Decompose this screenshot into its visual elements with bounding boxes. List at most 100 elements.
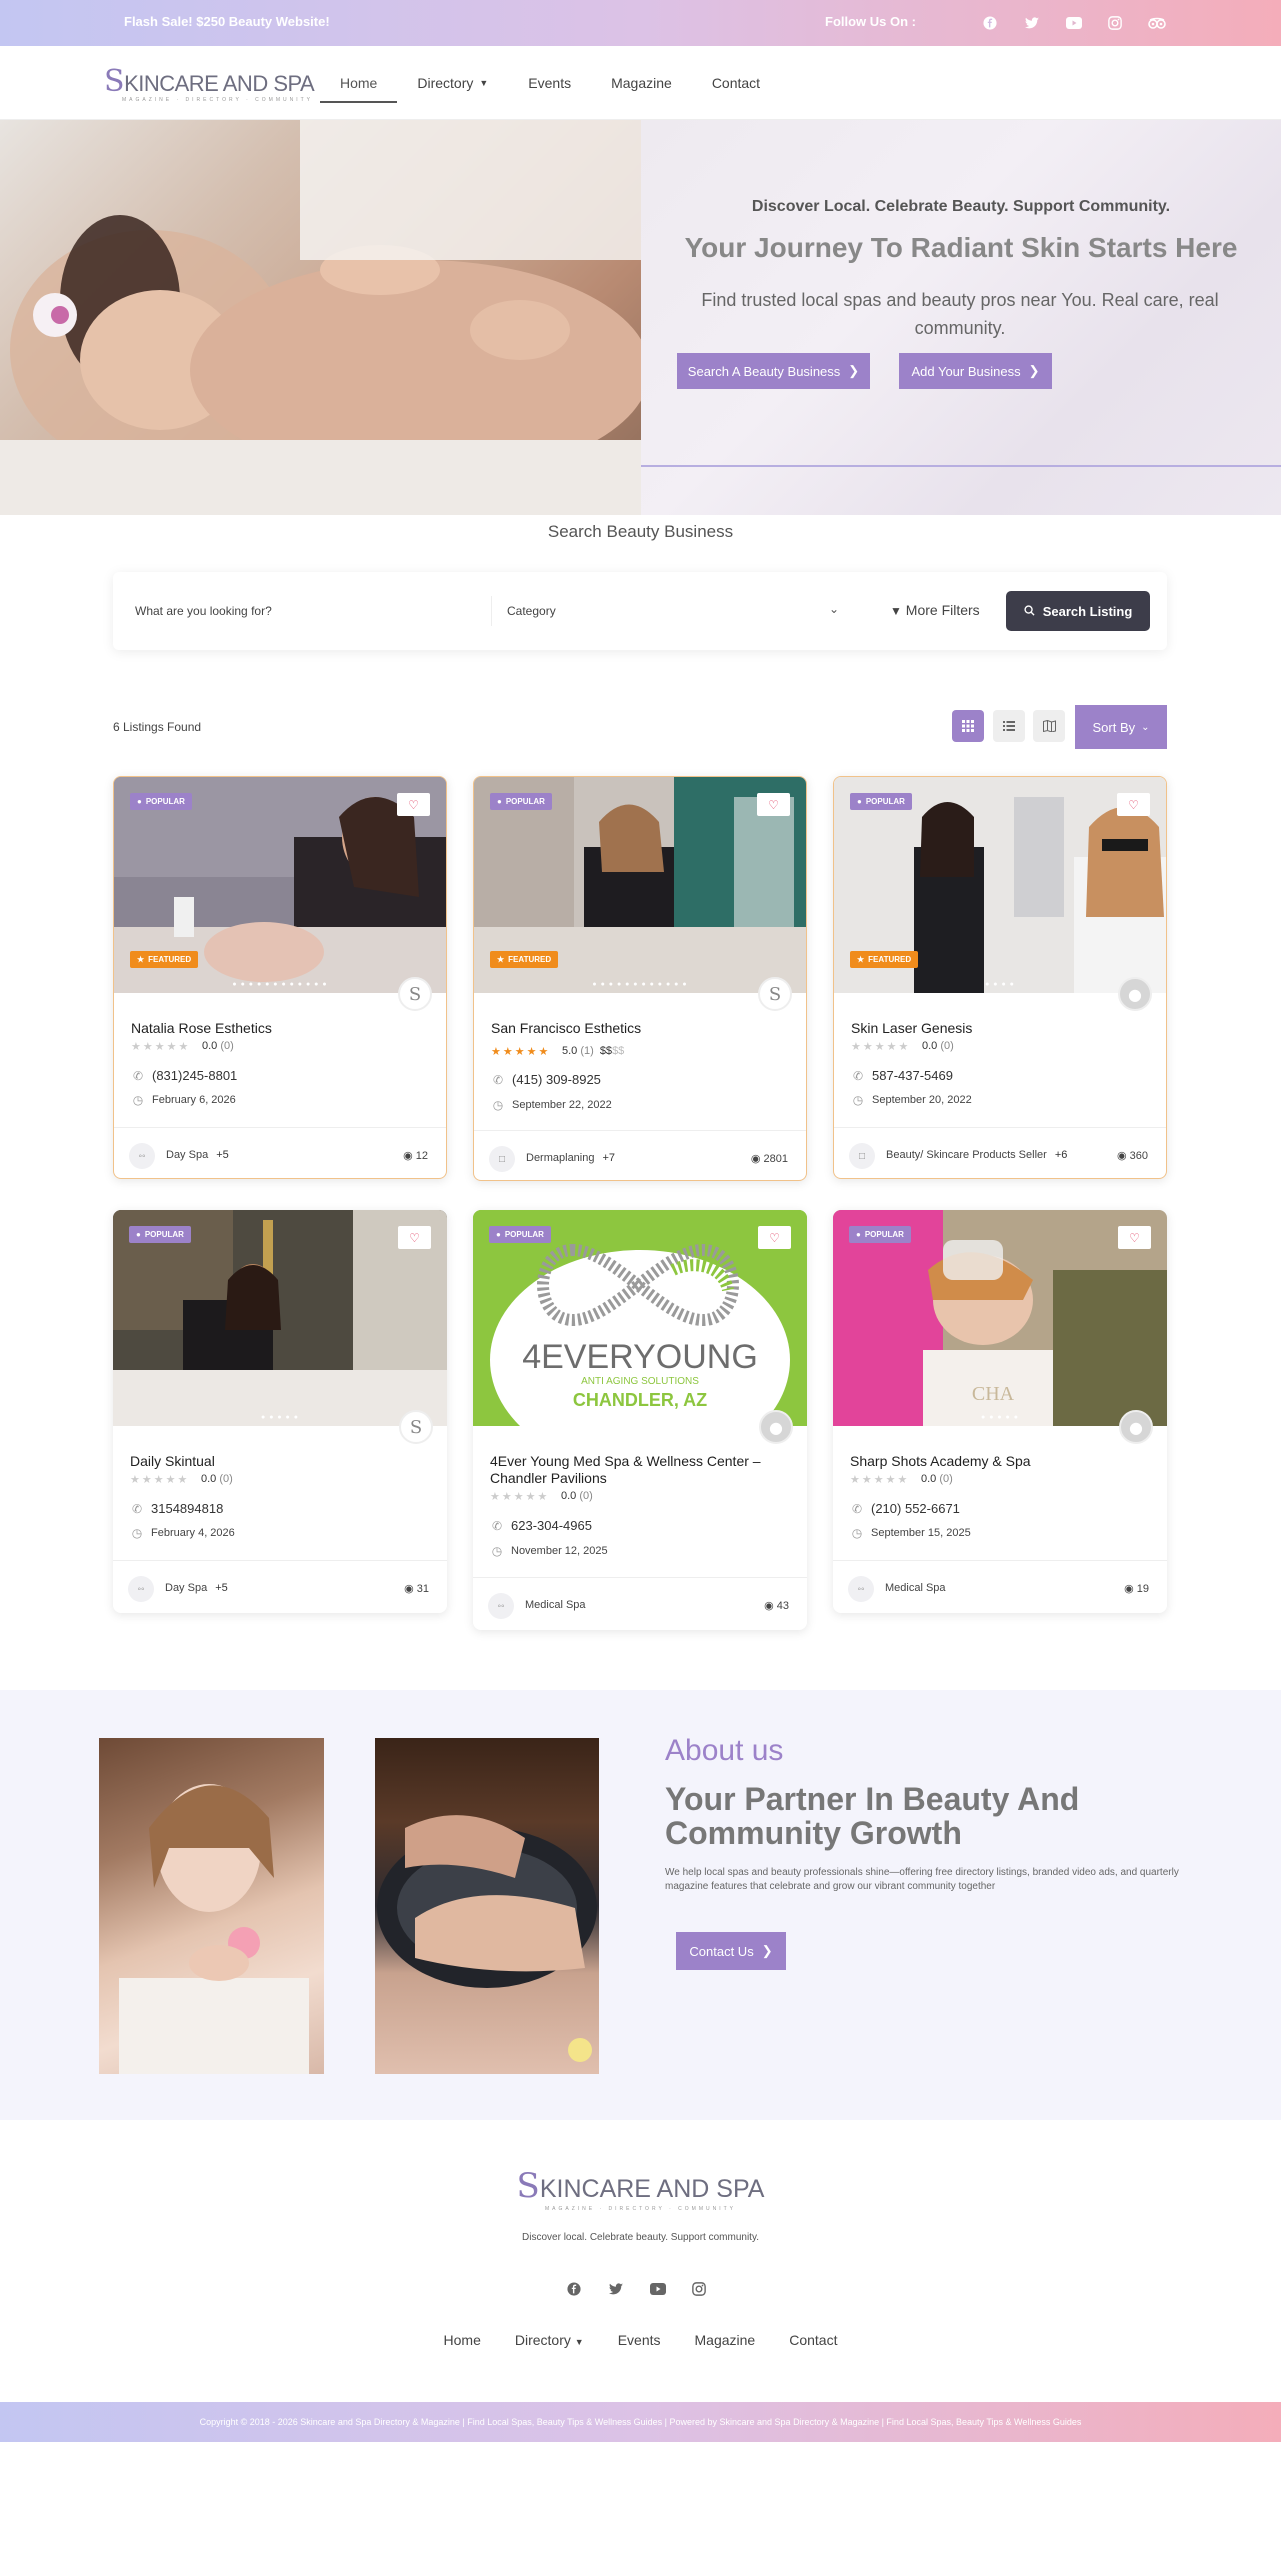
image-brand-subtext: ANTI AGING SOLUTIONS [581, 1376, 699, 1387]
chevron-down-icon[interactable]: ⌄ [829, 602, 839, 616]
listing-category[interactable]: Dermaplaning +7 [526, 1152, 615, 1164]
search-listing-button[interactable]: Search Listing [1006, 591, 1150, 631]
phone-icon: ✆ [491, 1519, 503, 1533]
rating-score: 5.0 [562, 1045, 578, 1057]
eye-icon: ◉ [750, 1153, 761, 1165]
rating-value: 0.0 (0) [561, 1490, 593, 1502]
footer-nav-directory[interactable]: Directory ▼ [515, 2332, 584, 2348]
listing-category[interactable]: Day Spa +5 [165, 1582, 228, 1594]
svg-text:CHA: CHA [972, 1383, 1015, 1405]
category-label: Day Spa [166, 1149, 209, 1161]
listing-name[interactable]: Skin Laser Genesis [851, 1020, 1151, 1037]
nav-magazine[interactable]: Magazine [591, 63, 692, 103]
search-divider [491, 596, 492, 626]
card-divider [473, 1577, 807, 1578]
twitter-icon[interactable] [1022, 13, 1042, 33]
search-input[interactable]: What are you looking for? [135, 604, 272, 618]
listing-phone[interactable]: (415) 309-8925 [512, 1072, 601, 1087]
listing-card[interactable]: ● POPULAR ★ FEATURED ♡ ● ● ● ● ● Skin Lase… [833, 776, 1167, 1179]
listing-logo-avatar[interactable]: S [758, 977, 792, 1011]
nav-contact[interactable]: Contact [692, 63, 780, 103]
carousel-dots[interactable]: ● ● ● ● ● ● ● ● ● ● ● ● [474, 981, 806, 988]
carousel-dots[interactable]: ● ● ● ● ● [833, 1414, 1167, 1421]
grid-view-icon[interactable] [952, 710, 984, 742]
list-view-icon[interactable] [993, 710, 1025, 742]
listing-phone[interactable]: 587-437-5469 [872, 1068, 953, 1083]
youtube-icon[interactable] [1064, 13, 1084, 33]
logo-subtext: MAGAZINE · DIRECTORY · COMMUNITY [122, 97, 314, 103]
youtube-icon[interactable] [649, 2280, 667, 2298]
listing-category[interactable]: Medical Spa [525, 1599, 586, 1611]
facebook-icon[interactable] [980, 13, 1000, 33]
favorite-heart-icon[interactable]: ♡ [1117, 793, 1150, 816]
facebook-icon[interactable] [565, 2280, 583, 2298]
listing-name[interactable]: Natalia Rose Esthetics [131, 1020, 431, 1037]
listing-category[interactable]: Medical Spa [885, 1582, 946, 1594]
listing-card[interactable]: ● POPULAR ♡ ● ● ● ● ● S Daily Skintual ★★… [113, 1210, 447, 1613]
footer-nav-home[interactable]: Home [444, 2332, 481, 2348]
flash-sale-text[interactable]: Flash Sale! $250 Beauty Website! [124, 14, 330, 29]
logo-subtext: MAGAZINE · DIRECTORY · COMMUNITY [544, 2206, 736, 2212]
category-label: Day Spa [165, 1582, 208, 1594]
carousel-dots[interactable]: ● ● ● ● ● ● ● ● ● ● ● ● [114, 981, 446, 988]
listing-card[interactable]: ● POPULAR ★ FEATURED ♡ ● ● ● ● ● ● ● ● ● ●… [113, 776, 447, 1179]
search-listing-label: Search Listing [1042, 603, 1133, 619]
nav-directory[interactable]: Directory ▼ [397, 63, 508, 103]
tripadvisor-icon[interactable] [1147, 13, 1167, 33]
footer-nav-magazine[interactable]: Magazine [695, 2332, 756, 2348]
fire-icon: ● [136, 1230, 141, 1239]
category-select[interactable]: Category [507, 604, 556, 618]
site-logo[interactable]: SKINCARE AND SPA MAGAZINE · DIRECTORY · … [104, 64, 315, 103]
eye-icon: ◉ [1116, 1150, 1127, 1162]
favorite-heart-icon[interactable]: ♡ [398, 1226, 431, 1249]
footer-logo[interactable]: SKINCARE AND SPA MAGAZINE · DIRECTORY · … [0, 2166, 1281, 2212]
view-count-value: 19 [1136, 1583, 1149, 1595]
listing-card[interactable]: 4EVERYOUNG ANTI AGING SOLUTIONS CHANDLER… [473, 1210, 807, 1630]
user-avatar-icon[interactable]: ● [1119, 1410, 1153, 1444]
listing-card[interactable]: CHA ● POPULAR ♡ ● ● ● ● ● ● Sharp Shots A… [833, 1210, 1167, 1613]
more-filters-button[interactable]: ▼ More Filters [890, 602, 980, 618]
favorite-heart-icon[interactable]: ♡ [397, 793, 430, 816]
map-view-icon[interactable] [1033, 710, 1065, 742]
search-business-label: Search A Beauty Business [687, 363, 841, 379]
listing-name[interactable]: San Francisco Esthetics [491, 1020, 791, 1037]
popular-badge-label: POPULAR [864, 1230, 904, 1239]
user-avatar-icon[interactable]: ● [1118, 977, 1152, 1011]
listing-phone[interactable]: (210) 552-6671 [871, 1501, 960, 1516]
listing-phone[interactable]: 3154894818 [151, 1501, 223, 1516]
user-avatar-icon[interactable]: ● [759, 1410, 793, 1444]
nav-directory-label: Directory [417, 75, 474, 91]
nav-home[interactable]: Home [320, 63, 398, 103]
instagram-icon[interactable] [1105, 13, 1125, 33]
footer-nav-events[interactable]: Events [618, 2332, 661, 2348]
folder-icon: □ [849, 1143, 875, 1169]
listing-category[interactable]: Beauty/ Skincare Products Seller +6 [886, 1149, 1067, 1161]
nav-events[interactable]: Events [508, 63, 591, 103]
favorite-heart-icon[interactable]: ♡ [758, 1226, 791, 1249]
add-business-button[interactable]: Add Your Business ❯ [899, 353, 1052, 389]
twitter-icon[interactable] [607, 2280, 625, 2298]
listing-category[interactable]: Day Spa +5 [166, 1149, 229, 1161]
listing-name[interactable]: 4Ever Young Med Spa & Wellness Center – … [490, 1453, 790, 1487]
popular-badge: ● POPULAR [130, 793, 192, 810]
featured-badge-label: FEATURED [148, 955, 192, 964]
listing-phone[interactable]: (831)245-8801 [152, 1068, 237, 1083]
listing-card[interactable]: ● POPULAR ★ FEATURED ♡ ● ● ● ● ● ● ● ● ● ●… [473, 776, 807, 1181]
footer-nav-directory-label: Directory [514, 2332, 571, 2348]
footer-nav-contact[interactable]: Contact [789, 2332, 837, 2348]
favorite-heart-icon[interactable]: ♡ [1118, 1226, 1151, 1249]
listing-name[interactable]: Daily Skintual [130, 1453, 430, 1470]
favorite-heart-icon[interactable]: ♡ [757, 793, 790, 816]
price-level: $$$$ [600, 1045, 625, 1057]
contact-us-button[interactable]: Contact Us ❯ [676, 1932, 786, 1970]
listing-logo-avatar[interactable]: S [398, 977, 432, 1011]
search-business-button[interactable]: Search A Beauty Business ❯ [677, 353, 870, 389]
instagram-icon[interactable] [690, 2280, 708, 2298]
carousel-dots[interactable]: ● ● ● ● ● [113, 1414, 447, 1421]
listing-phone[interactable]: 623-304-4965 [511, 1518, 592, 1533]
listing-name[interactable]: Sharp Shots Academy & Spa [850, 1453, 1150, 1470]
listing-logo-avatar[interactable]: S [399, 1410, 433, 1444]
sort-by-button[interactable]: Sort By ⌄ [1075, 705, 1167, 749]
carousel-dots[interactable]: ● ● ● ● [834, 981, 1166, 988]
phone-icon: ✆ [132, 1069, 144, 1083]
